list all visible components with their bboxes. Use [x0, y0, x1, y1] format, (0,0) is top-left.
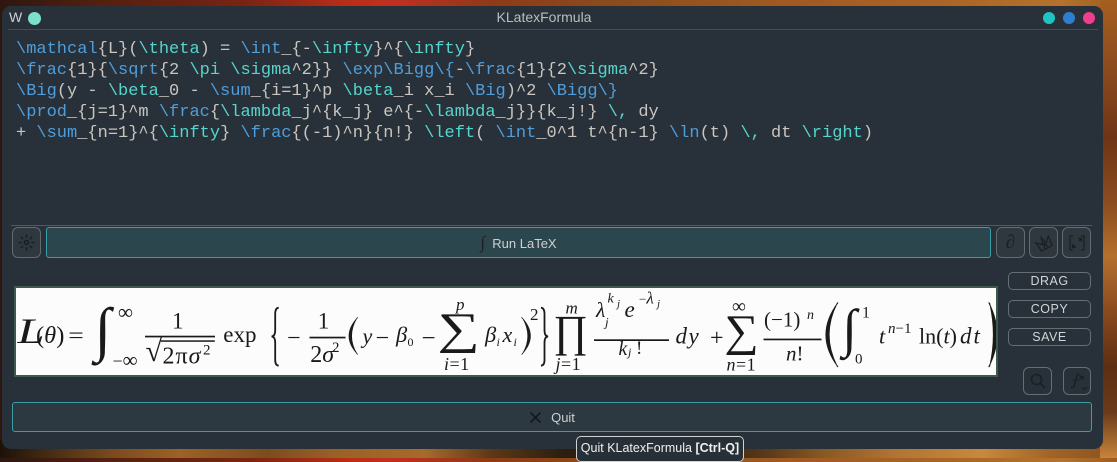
- svg-text:−: −: [422, 325, 436, 352]
- svg-text:i: i: [497, 335, 500, 349]
- svg-text:dt: dt: [960, 324, 982, 349]
- svg-text:ln(t): ln(t): [919, 324, 957, 349]
- svg-text:1: 1: [318, 308, 330, 333]
- svg-text:√: √: [146, 335, 163, 368]
- svg-text:∫: ∫: [92, 297, 115, 367]
- svg-text:n!: n!: [786, 342, 804, 366]
- svg-text:−∞: −∞: [113, 348, 138, 372]
- svg-text:exp: exp: [223, 322, 256, 347]
- svg-text:β: β: [395, 322, 408, 347]
- svg-text:β: β: [484, 322, 497, 347]
- svg-text:−: −: [376, 325, 390, 351]
- svg-text:j=1: j=1: [554, 354, 582, 374]
- svg-text:x: x: [502, 322, 513, 347]
- svg-text:j: j: [615, 298, 620, 310]
- svg-text:2: 2: [203, 343, 211, 359]
- svg-text:∞: ∞: [732, 297, 746, 318]
- svg-text:2: 2: [530, 305, 539, 324]
- svg-text:!: !: [636, 338, 642, 359]
- svg-text:p: p: [455, 295, 465, 314]
- svg-text:e: e: [625, 297, 635, 322]
- svg-text:m: m: [566, 299, 578, 318]
- svg-text:2: 2: [332, 340, 340, 356]
- svg-text:+: +: [710, 326, 724, 352]
- svg-text:n: n: [807, 308, 814, 323]
- svg-text:j: j: [655, 298, 660, 310]
- svg-text:=: =: [68, 324, 84, 348]
- svg-text:n−1: n−1: [888, 321, 911, 337]
- svg-text:−λ: −λ: [639, 289, 654, 308]
- svg-text:k: k: [608, 292, 615, 307]
- svg-text:(−1): (−1): [764, 308, 800, 332]
- svg-text:i: i: [514, 335, 517, 349]
- svg-text:dy: dy: [676, 324, 701, 349]
- svg-text:1: 1: [172, 308, 184, 333]
- svg-text:n=1: n=1: [727, 355, 757, 375]
- svg-text:2πσ: 2πσ: [163, 344, 202, 370]
- svg-text:t: t: [879, 324, 886, 349]
- svg-text:0: 0: [408, 335, 414, 349]
- svg-text:y: y: [361, 324, 373, 349]
- svg-text:λ: λ: [595, 298, 605, 322]
- svg-text:∞: ∞: [118, 300, 133, 324]
- svg-text:−: −: [287, 325, 301, 351]
- svg-text:k: k: [619, 339, 628, 360]
- svg-text:0: 0: [855, 352, 863, 368]
- svg-text:1: 1: [862, 304, 870, 321]
- svg-text:(θ): (θ): [36, 322, 64, 349]
- svg-text:i=1: i=1: [444, 354, 470, 374]
